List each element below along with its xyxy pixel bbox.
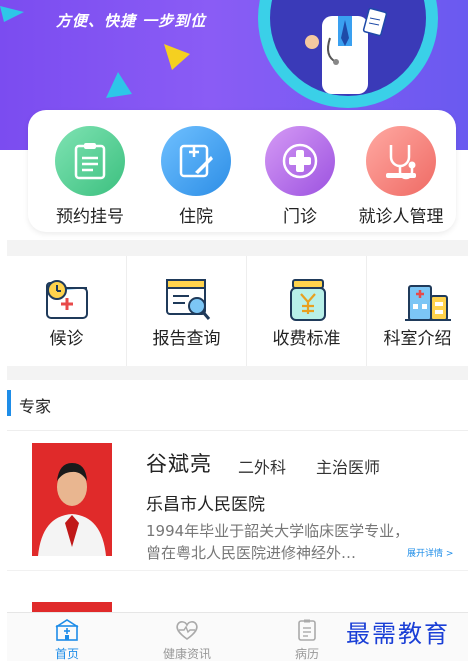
edit-form-icon <box>161 126 231 196</box>
doctor-illustration-icon <box>305 7 388 94</box>
quick-nav-outpatient[interactable]: 门诊 <box>250 126 350 227</box>
banner-slogan: 方便、快捷 一步到位 <box>56 12 207 30</box>
tab-home[interactable]: 首页 <box>7 613 127 661</box>
service-fee-standard[interactable]: 收费标准 <box>247 256 367 366</box>
section-title: 专家 <box>19 397 52 416</box>
doctor-title: 主治医师 <box>316 458 381 477</box>
service-label: 报告查询 <box>152 329 221 349</box>
folder-plus-icon <box>46 280 88 319</box>
watermark-text: 最需教育 <box>346 620 450 648</box>
doctor-department: 二外科 <box>238 458 287 477</box>
tab-label: 健康资讯 <box>162 647 211 661</box>
doctor-hospital: 乐昌市人民医院 <box>146 495 265 515</box>
doctor-name: 谷斌亮 <box>146 452 212 476</box>
quick-nav-label: 门诊 <box>283 207 317 227</box>
quick-nav-patient-management[interactable]: 就诊人管理 <box>348 126 454 227</box>
doctor-avatar-icon <box>32 443 112 556</box>
service-grid: 候诊 报告查询 收费标准 科室介绍 <box>7 256 468 366</box>
tab-label: 首页 <box>54 647 79 661</box>
doctor-description-line: 曾在粤北人民医院进修神经外… <box>146 544 357 562</box>
medical-cross-icon <box>265 126 335 196</box>
service-label: 收费标准 <box>272 329 341 349</box>
service-label: 候诊 <box>49 329 84 349</box>
triangle-decoration-icon <box>0 6 24 22</box>
hospital-icon <box>55 619 79 641</box>
yen-jar-icon <box>290 279 326 321</box>
section-accent-bar <box>7 390 11 416</box>
triangle-decoration-icon <box>106 72 132 98</box>
service-report-query[interactable]: 报告查询 <box>127 256 247 366</box>
quick-nav-appointment[interactable]: 预约挂号 <box>40 126 140 227</box>
building-icon <box>405 285 451 321</box>
service-label: 科室介绍 <box>383 329 452 349</box>
service-waiting[interactable]: 候诊 <box>7 256 127 366</box>
heartbeat-icon <box>176 621 198 640</box>
section-divider <box>7 366 468 380</box>
quick-nav-label: 住院 <box>179 207 213 227</box>
medical-record-icon <box>298 619 316 641</box>
quick-nav-card: 预约挂号 住院 门诊 就诊人管理 <box>28 110 456 232</box>
service-department-intro[interactable]: 科室介绍 <box>367 256 468 366</box>
section-divider-line <box>7 430 468 431</box>
quick-nav-inpatient[interactable]: 住院 <box>146 126 246 227</box>
expand-details-link[interactable]: 展开详情 > <box>407 546 453 559</box>
quick-nav-label: 就诊人管理 <box>358 207 444 227</box>
expert-section-header: 专家 <box>7 384 468 424</box>
report-search-icon <box>166 279 211 320</box>
clipboard-icon <box>55 126 125 196</box>
doctor-description-line: 1994年毕业于韶关大学临床医学专业， <box>146 522 410 540</box>
tab-health-news[interactable]: 健康资讯 <box>127 613 247 661</box>
stethoscope-icon <box>366 126 436 196</box>
doctor-photo <box>32 443 112 556</box>
section-divider <box>7 240 468 256</box>
list-divider <box>7 570 468 598</box>
triangle-decoration-icon <box>164 44 190 70</box>
quick-nav-label: 预约挂号 <box>56 207 124 227</box>
